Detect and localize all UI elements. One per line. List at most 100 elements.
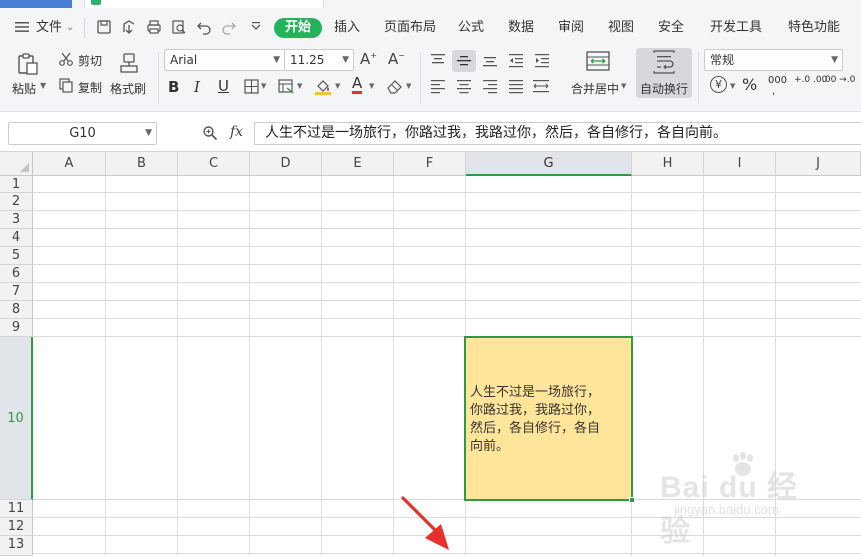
paste-dropdown-icon[interactable]: ▼	[40, 81, 46, 90]
zoom-search-icon[interactable]	[202, 125, 218, 141]
font-name-select[interactable]: Arial ▼	[164, 49, 285, 71]
tab-security[interactable]: 安全	[658, 18, 684, 38]
hamburger-icon[interactable]	[14, 19, 30, 35]
wrap-text-icon[interactable]	[651, 50, 677, 74]
increase-indent-icon[interactable]	[534, 52, 550, 68]
row-header-8[interactable]: 8	[0, 301, 33, 319]
tab-page-layout[interactable]: 页面布局	[384, 18, 436, 38]
row-header-11[interactable]: 11	[0, 500, 33, 518]
tab-formulas[interactable]: 公式	[458, 18, 484, 38]
tab-review[interactable]: 审阅	[558, 18, 584, 38]
row-header-7[interactable]: 7	[0, 283, 33, 301]
tab-insert[interactable]: 插入	[334, 18, 360, 38]
align-top-icon[interactable]	[430, 52, 446, 68]
decrease-font-icon[interactable]: A−	[388, 50, 405, 68]
undo-icon[interactable]	[196, 19, 212, 35]
column-header-f[interactable]: F	[394, 152, 466, 176]
align-left-icon[interactable]	[430, 78, 446, 94]
align-middle-icon[interactable]	[456, 53, 472, 69]
wrap-text-button[interactable]: 自动换行	[640, 80, 688, 97]
bold-button[interactable]: B	[168, 78, 179, 96]
print-icon[interactable]	[146, 19, 162, 35]
copy-button[interactable]: 复制	[78, 79, 102, 96]
borders-icon[interactable]	[244, 79, 259, 94]
output-icon[interactable]	[121, 19, 137, 35]
name-box[interactable]: G10 ▼	[8, 122, 157, 145]
insert-function-icon[interactable]: fx	[230, 124, 243, 140]
cut-icon[interactable]	[58, 51, 74, 67]
row-header-2[interactable]: 2	[0, 193, 33, 211]
format-painter-icon[interactable]	[118, 52, 140, 74]
row-header-9[interactable]: 9	[0, 319, 33, 337]
cell-style-icon[interactable]	[278, 79, 294, 94]
spreadsheet-grid[interactable]: A B C D E F G H I J 1 2 3 4 5 6 7 8 9 10…	[0, 152, 861, 556]
merge-center-icon[interactable]	[586, 50, 610, 72]
redo-icon[interactable]	[221, 19, 237, 35]
row-header-3[interactable]: 3	[0, 211, 33, 229]
row-header-4[interactable]: 4	[0, 229, 33, 247]
underline-button[interactable]: U	[218, 77, 229, 95]
cell-style-dropdown-icon[interactable]: ▼	[297, 82, 302, 90]
decrease-decimal-button[interactable]: .00 →.0	[822, 75, 855, 85]
column-header-b[interactable]: B	[106, 152, 178, 176]
file-menu[interactable]: 文件	[36, 18, 62, 38]
column-header-a[interactable]: A	[33, 152, 106, 176]
clear-icon[interactable]	[386, 78, 404, 94]
justify-icon[interactable]	[508, 78, 524, 94]
distributed-align-icon[interactable]	[532, 78, 550, 94]
fill-handle[interactable]	[629, 497, 635, 503]
merge-center-dropdown-icon[interactable]: ▼	[621, 82, 626, 90]
merge-center-button[interactable]: 合并居中	[571, 80, 619, 97]
column-header-h[interactable]: H	[632, 152, 704, 176]
italic-button[interactable]: I	[194, 78, 200, 96]
column-header-g[interactable]: G	[466, 152, 632, 176]
row-header-13[interactable]: 13	[0, 536, 33, 556]
paste-icon[interactable]	[16, 52, 40, 76]
increase-decimal-button[interactable]: +.0 .00	[794, 75, 827, 85]
select-all-corner[interactable]	[0, 152, 33, 176]
number-format-select[interactable]: 常规 ▼	[704, 49, 843, 71]
font-size-select[interactable]: 11.25 ▼	[284, 49, 354, 71]
tab-view[interactable]: 视图	[608, 18, 634, 38]
formula-input[interactable]: 人生不过是一场旅行，你路过我，我路过你，然后，各自修行，各自向前。	[254, 122, 861, 145]
align-center-icon[interactable]	[456, 78, 472, 94]
format-painter-button[interactable]: 格式刷	[110, 80, 146, 97]
row-header-10[interactable]: 10	[0, 337, 33, 500]
tab-special-features[interactable]: 特色功能	[788, 18, 840, 38]
row-header-12[interactable]: 12	[0, 518, 33, 536]
column-header-c[interactable]: C	[178, 152, 250, 176]
print-preview-icon[interactable]	[171, 19, 187, 35]
increase-font-icon[interactable]: A+	[360, 50, 377, 68]
fill-color-icon[interactable]	[314, 77, 332, 95]
borders-dropdown-icon[interactable]: ▼	[261, 82, 266, 90]
column-header-j[interactable]: J	[776, 152, 861, 176]
column-header-e[interactable]: E	[322, 152, 394, 176]
paste-button[interactable]: 粘贴	[12, 80, 36, 97]
active-cell-g10[interactable]: 人生不过是一场旅行， 你路过我，我路过你， 然后，各自修行，各自 向前。	[464, 336, 635, 503]
font-color-dropdown-icon[interactable]: ▼	[369, 82, 374, 90]
thousands-separator-button[interactable]: 000	[768, 76, 787, 86]
percent-button[interactable]: %	[742, 75, 757, 94]
column-header-d[interactable]: D	[250, 152, 322, 176]
align-right-icon[interactable]	[482, 78, 498, 94]
currency-dropdown-icon[interactable]: ▼	[730, 82, 735, 90]
home-tab-edge[interactable]	[0, 0, 72, 8]
file-menu-chevron-icon[interactable]: ⌄	[66, 18, 74, 38]
row-header-1[interactable]: 1	[0, 176, 33, 193]
document-tab[interactable]	[84, 0, 324, 8]
align-bottom-icon[interactable]	[482, 52, 498, 68]
font-color-icon[interactable]: A	[352, 75, 363, 94]
fill-color-dropdown-icon[interactable]: ▼	[335, 82, 340, 90]
save-icon[interactable]	[96, 19, 112, 35]
clear-dropdown-icon[interactable]: ▼	[406, 82, 411, 90]
tab-home[interactable]: 开始	[274, 18, 323, 38]
column-header-i[interactable]: I	[704, 152, 776, 176]
tab-data[interactable]: 数据	[508, 18, 534, 38]
decrease-indent-icon[interactable]	[508, 52, 524, 68]
row-header-5[interactable]: 5	[0, 247, 33, 265]
cut-button[interactable]: 剪切	[78, 52, 102, 69]
quick-access-more-icon[interactable]	[248, 19, 264, 35]
tab-developer[interactable]: 开发工具	[710, 18, 762, 38]
row-header-6[interactable]: 6	[0, 265, 33, 283]
copy-icon[interactable]	[58, 77, 74, 93]
